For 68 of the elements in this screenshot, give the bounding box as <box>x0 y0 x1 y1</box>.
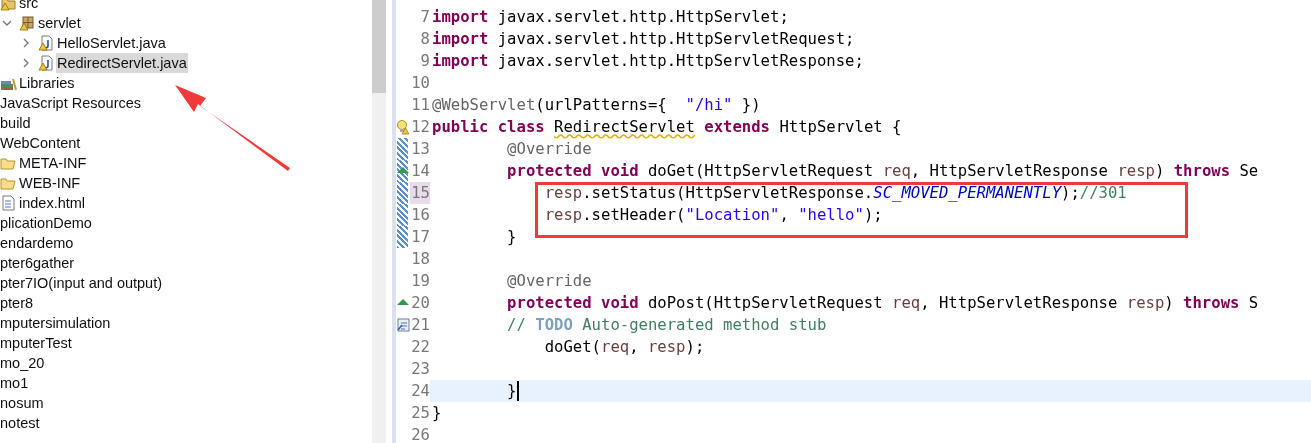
tree-item[interactable]: mputersimulation <box>0 313 112 333</box>
tree-item[interactable]: WEB-INF <box>18 173 82 193</box>
scrollbar[interactable] <box>372 0 386 443</box>
tree-item[interactable]: build <box>0 113 32 133</box>
line-number: 8 <box>419 29 430 50</box>
code-line: } <box>432 403 442 424</box>
tree-item[interactable]: endardemo <box>0 233 75 253</box>
scrollbar-thumb[interactable] <box>372 0 386 93</box>
task-icon[interactable] <box>397 317 410 332</box>
tree-item[interactable]: nosum <box>0 393 45 413</box>
tree-item[interactable]: WebContent <box>0 133 82 153</box>
tree-item[interactable]: RedirectServlet.java <box>56 53 188 73</box>
code-line: doGet(req, resp); <box>543 337 705 358</box>
line-number: 22 <box>410 337 430 358</box>
line-number: 13 <box>410 139 430 160</box>
text-cursor <box>516 381 519 401</box>
line-number: 20 <box>410 293 430 314</box>
line-number: 9 <box>419 51 430 72</box>
line-number: 25 <box>410 403 430 424</box>
line-number: 19 <box>410 271 430 292</box>
tree-item[interactable]: Libraries <box>18 73 76 93</box>
code-line: @WebServlet(urlPatterns={ "/hi" }) <box>432 95 761 116</box>
line-number: 7 <box>419 7 430 28</box>
code-line: } <box>506 227 517 248</box>
line-number: 24 <box>410 381 430 402</box>
tree-item[interactable]: notest <box>0 413 41 433</box>
code-line: public class RedirectServlet extends HttpServlet { <box>432 117 902 138</box>
tree-item[interactable]: src <box>18 0 40 13</box>
line-number: 18 <box>410 249 430 270</box>
tree-item[interactable]: JavaScript Resources <box>0 93 143 113</box>
triangle-up-icon[interactable] <box>397 166 409 174</box>
chevron-right-icon[interactable] <box>21 38 31 48</box>
line-number: 17 <box>410 227 430 248</box>
line-number: 23 <box>410 359 430 380</box>
chevron-down-icon[interactable] <box>2 18 12 28</box>
tree-item[interactable]: mo_20 <box>0 353 46 373</box>
tree-item[interactable]: META-INF <box>18 153 88 173</box>
line-number: 14 <box>410 161 430 182</box>
line-number: 16 <box>410 205 430 226</box>
tree-item[interactable]: servlet <box>37 13 82 33</box>
line-number: 15 <box>410 182 430 204</box>
code-line: protected void doPost(HttpServletRequest req, HttpServletResponse resp) throws S <box>506 293 1259 314</box>
code-line: resp.setHeader("Location", "hello"); <box>543 205 883 226</box>
tree-item[interactable]: pter6gather <box>0 253 76 273</box>
line-number: 26 <box>410 425 430 443</box>
tree-item[interactable]: pter7IO(input and output) <box>0 273 164 293</box>
code-line: // TODO Auto-generated method stub <box>506 315 827 336</box>
tree-item[interactable]: HelloServlet.java <box>56 33 167 53</box>
chevron-right-icon[interactable] <box>21 58 31 68</box>
code-line: resp.setStatus(HttpServletResponse.SC_MOVED_PERMANENTLY);//301 <box>543 183 1127 204</box>
tree-item[interactable]: mo1 <box>0 373 30 393</box>
triangle-up-icon[interactable] <box>397 298 409 306</box>
code-line: @Override <box>506 139 592 160</box>
code-line: import javax.servlet.http.HttpServletRequest; <box>432 29 855 50</box>
code-line: protected void doGet(HttpServletRequest req, HttpServletResponse resp) throws Se <box>506 161 1259 182</box>
code-line: import javax.servlet.http.HttpServletResponse; <box>432 51 864 72</box>
tree-item[interactable]: plicationDemo <box>0 213 93 233</box>
lightbulb-warning-icon[interactable] <box>396 119 410 135</box>
tree-item[interactable]: index.html <box>18 193 87 213</box>
tree-item[interactable]: pter8 <box>0 293 35 313</box>
code-line: } <box>506 381 517 402</box>
line-number: 11 <box>410 95 430 116</box>
tree-item[interactable]: mputerTest <box>0 333 73 353</box>
line-number: 12 <box>410 117 430 138</box>
line-number: 21 <box>410 315 430 336</box>
line-number: 10 <box>410 73 430 94</box>
code-line: @Override <box>506 271 592 292</box>
code-line: import javax.servlet.http.HttpServlet; <box>432 7 789 28</box>
